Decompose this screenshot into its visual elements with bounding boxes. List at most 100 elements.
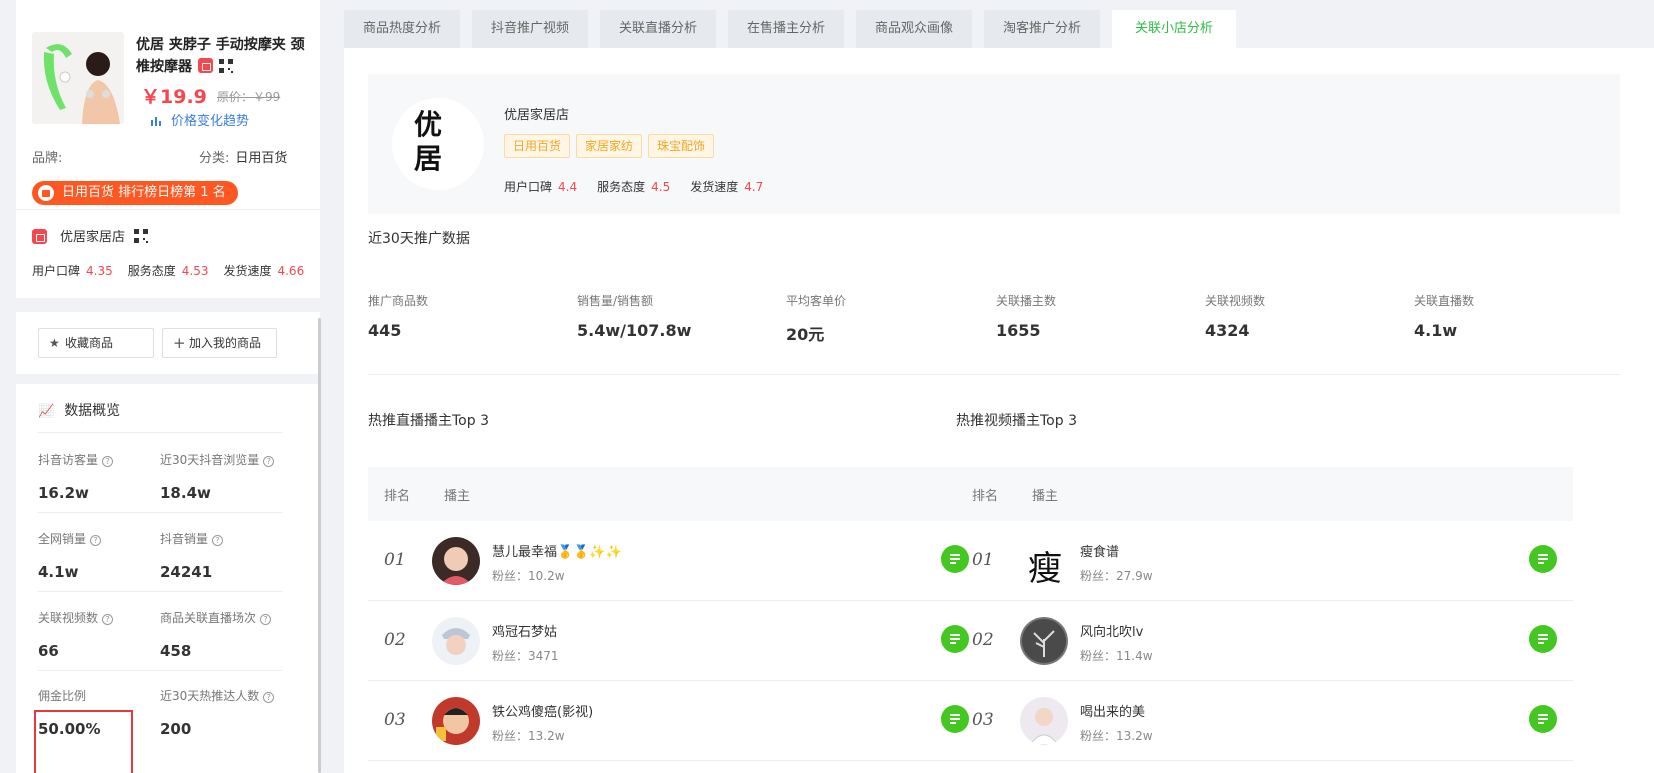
highlight-box — [34, 710, 133, 773]
host-name[interactable]: 风向北吹lv — [1080, 621, 1143, 640]
divider — [38, 432, 282, 433]
help-icon[interactable]: ? — [263, 456, 275, 467]
stat-related-videos: 关联视频数 4324 — [1205, 294, 1266, 340]
logo-calligraphy: 优居 — [414, 108, 443, 175]
help-icon[interactable]: ? — [102, 456, 114, 467]
metric-total-sales: 全网销量? 4.1w — [38, 530, 158, 581]
avatar[interactable] — [432, 537, 480, 585]
qr-code-icon[interactable] — [219, 59, 233, 73]
product-sidebar: 优居 夹脖子 手动按摩夹 颈椎按摩器 ￥19.9 原价：￥99 价格变化趋势 品… — [16, 0, 320, 773]
shop-link[interactable]: 优居家居店 — [32, 226, 149, 245]
tab-product-heat[interactable]: 商品热度分析 — [344, 10, 460, 48]
avatar-image — [432, 537, 480, 585]
divider — [16, 209, 320, 210]
avatar-image — [1020, 697, 1068, 745]
detail-list-button[interactable] — [1529, 545, 1557, 573]
avatar-char: 瘦 — [1028, 549, 1062, 585]
host-name[interactable]: 瘦食谱 — [1080, 541, 1119, 560]
trend-chart-icon: 📈 — [38, 404, 55, 419]
avatar[interactable] — [432, 697, 480, 745]
rank-number: 03 — [384, 710, 406, 730]
video-top-table: 排名 播主 01 瘦 瘦食谱 粉丝：27.9w 02 风向北吹lv 粉丝：11.4… — [956, 467, 1573, 761]
rank-badge[interactable]: 日用百货 排行榜日榜第 1 名 — [32, 181, 238, 205]
avatar[interactable] — [1020, 697, 1068, 745]
table-row: 01 慧儿最幸福🥇🥇✨✨ 粉丝：10.2w — [368, 521, 985, 601]
help-icon[interactable]: ? — [263, 692, 275, 703]
rank-number: 03 — [972, 710, 994, 730]
stat-related-lives: 关联直播数 4.1w — [1414, 294, 1475, 340]
live-top-table: 排名 播主 01 慧儿最幸福🥇🥇✨✨ 粉丝：10.2w 02 鸡冠石梦姑 粉丝：3… — [368, 467, 985, 761]
divider — [38, 670, 282, 671]
plus-icon: + — [173, 334, 186, 352]
category-info: 分类: 日用百货 — [199, 151, 288, 166]
shop-scores: 用户口碑 4.35 服务态度 4.53 发货速度 4.66 — [32, 264, 305, 278]
tab-douyin-videos[interactable]: 抖音推广视频 — [472, 10, 588, 48]
help-icon[interactable]: ? — [212, 535, 224, 546]
tab-related-shop[interactable]: 关联小店分析 — [1112, 10, 1236, 48]
brand-category-row: 品牌: 分类: 日用百货 — [32, 147, 312, 166]
host-name[interactable]: 喝出来的美 — [1080, 701, 1145, 720]
price-trend-link[interactable]: 价格变化趋势 — [150, 110, 249, 129]
live-top-title: 热推直播播主Top 3 — [368, 413, 489, 429]
stat-avg-price: 平均客单价 20元 — [786, 294, 847, 344]
tab-hosts[interactable]: 在售播主分析 — [728, 10, 844, 48]
table-row: 02 鸡冠石梦姑 粉丝：3471 — [368, 601, 985, 681]
stat-sales: 销售量/销售额 5.4w/107.8w — [577, 294, 692, 340]
star-icon: ★ — [49, 336, 60, 350]
section-gap — [16, 298, 320, 312]
avatar-image — [432, 697, 480, 745]
massager-product-icon — [32, 32, 124, 124]
video-top-title: 热推视频播主Top 3 — [956, 413, 1077, 429]
rank-number: 02 — [384, 630, 406, 650]
host-name[interactable]: 铁公鸡傻癌(影视) — [492, 701, 593, 720]
detail-list-button[interactable] — [1529, 705, 1557, 733]
fans-count: 粉丝：11.4w — [1080, 649, 1153, 663]
qr-code-icon[interactable] — [134, 229, 149, 243]
stat-promo-products: 推广商品数 445 — [368, 294, 429, 340]
tab-taoke[interactable]: 淘客推广分析 — [984, 10, 1100, 48]
host-name[interactable]: 鸡冠石梦姑 — [492, 621, 557, 640]
table-row: 03 铁公鸡傻癌(影视) 粉丝：13.2w — [368, 681, 985, 761]
category-value: 日用百货 — [235, 151, 288, 166]
fans-count: 粉丝：13.2w — [492, 729, 565, 743]
promo-title: 近30天推广数据 — [368, 231, 470, 247]
avatar[interactable]: 瘦 — [1020, 537, 1068, 585]
product-title[interactable]: 优居 夹脖子 手动按摩夹 颈椎按摩器 — [136, 34, 316, 78]
shop-name[interactable]: 优居家居店 — [504, 104, 569, 123]
overview-title: 📈 数据概览 — [38, 403, 121, 419]
metric-douyin-sales: 抖音销量? 24241 — [160, 530, 280, 581]
help-icon[interactable]: ? — [102, 614, 114, 625]
favorite-button[interactable]: ★ 收藏商品 — [38, 328, 154, 358]
shop-logo[interactable]: 优居 — [392, 98, 484, 190]
divider — [38, 591, 282, 592]
avatar[interactable] — [432, 617, 480, 665]
avatar[interactable] — [1020, 617, 1068, 665]
sidebar-scrollbar[interactable] — [318, 318, 321, 773]
rank-number: 01 — [384, 550, 406, 570]
help-icon[interactable]: ? — [90, 535, 102, 546]
table-row: 03 喝出来的美 粉丝：13.2w — [956, 681, 1573, 761]
add-to-my-products-button[interactable]: + 加入我的商品 — [162, 328, 277, 358]
product-image[interactable] — [32, 32, 124, 124]
host-name[interactable]: 慧儿最幸福🥇🥇✨✨ — [492, 541, 622, 560]
fans-count: 粉丝：10.2w — [492, 569, 565, 583]
table-row: 02 风向北吹lv 粉丝：11.4w — [956, 601, 1573, 681]
stat-related-hosts: 关联播主数 1655 — [996, 294, 1057, 340]
shop-tag: 日用百货 — [504, 134, 571, 158]
help-icon[interactable]: ? — [260, 614, 272, 625]
fans-count: 粉丝：27.9w — [1080, 569, 1153, 583]
rank-number: 02 — [972, 630, 994, 650]
section-gap — [16, 374, 320, 384]
tab-audience[interactable]: 商品观众画像 — [856, 10, 972, 48]
table-row: 01 瘦 瘦食谱 粉丝：27.9w — [956, 521, 1573, 601]
metric-related-videos: 关联视频数? 66 — [38, 609, 158, 660]
shop-card: 优居 优居家居店 日用百货 家居家纺 珠宝配饰 用户口碑 4.4 服务态度 4.5 发货… — [368, 74, 1620, 214]
metric-30d-influencers: 近30天热推达人数? 200 — [160, 687, 280, 738]
main-content: 优居 优居家居店 日用百货 家居家纺 珠宝配饰 用户口碑 4.4 服务态度 4.5 发货… — [344, 48, 1654, 773]
shop-tag: 珠宝配饰 — [648, 134, 715, 158]
tab-related-live[interactable]: 关联直播分析 — [600, 10, 716, 48]
rank-number: 01 — [972, 550, 994, 570]
bar-chart-icon — [150, 115, 163, 126]
metric-douyin-visitors: 抖音访客量? 16.2w — [38, 451, 158, 502]
detail-list-button[interactable] — [1529, 625, 1557, 653]
